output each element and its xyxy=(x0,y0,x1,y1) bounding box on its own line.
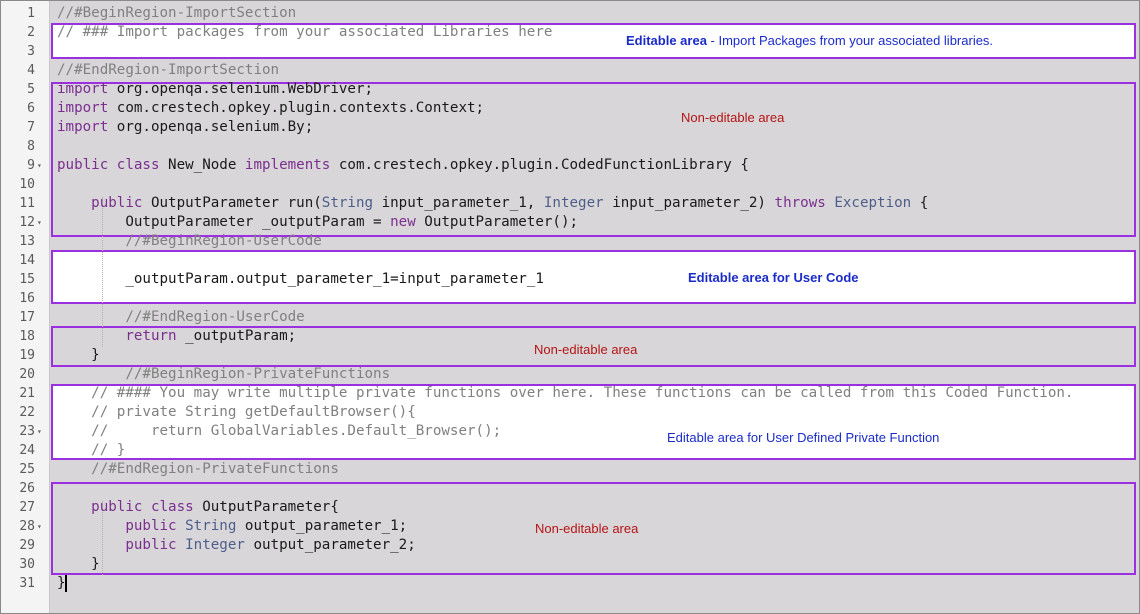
fold-toggle-icon[interactable]: ▾ xyxy=(37,517,47,536)
line-number: 10 xyxy=(19,177,35,192)
code-line[interactable]: } xyxy=(57,555,100,574)
line-number: 20 xyxy=(19,367,35,382)
line-number: 4 xyxy=(27,63,35,78)
code-line[interactable]: //#EndRegion-PrivateFunctions xyxy=(57,460,339,479)
line-number: 19 xyxy=(19,348,35,363)
fold-toggle-icon[interactable]: ▾ xyxy=(37,156,47,175)
fold-toggle-icon[interactable]: ▾ xyxy=(37,213,47,232)
line-number: 6 xyxy=(27,101,35,116)
annotation-noneditable-2: Non-editable area xyxy=(534,342,638,357)
code-line[interactable]: OutputParameter _outputParam = new Outpu… xyxy=(57,213,578,232)
code-line[interactable]: _outputParam.output_parameter_1=input_pa… xyxy=(57,270,544,289)
line-number: 31 xyxy=(19,576,35,591)
code-line[interactable]: import com.crestech.opkey.plugin.context… xyxy=(57,99,484,118)
code-line[interactable]: //#EndRegion-ImportSection xyxy=(57,61,279,80)
line-number: 22 xyxy=(19,405,35,420)
line-number: 11 xyxy=(19,196,35,211)
line-number: 30 xyxy=(19,557,35,572)
code-line[interactable]: } xyxy=(57,346,100,365)
line-number: 16 xyxy=(19,291,35,306)
code-line[interactable]: //#BeginRegion-PrivateFunctions xyxy=(57,365,390,384)
line-number: 13 xyxy=(19,234,35,249)
code-line[interactable]: //#EndRegion-UserCode xyxy=(57,308,304,327)
code-editor[interactable]: 1 2 3 4 5 6 7 8 9 ▾ 10 11 12 ▾ 13 14 15 16 17 18 19 20 21 22 23 ▾… xyxy=(0,0,1140,614)
code-line[interactable]: public class OutputParameter{ xyxy=(57,498,339,517)
code-line[interactable]: public Integer output_parameter_2; xyxy=(57,536,415,555)
annotation-noneditable-3: Non-editable area xyxy=(535,521,639,536)
line-number: 7 xyxy=(27,120,35,135)
line-number: 17 xyxy=(19,310,35,325)
code-line[interactable]: // #### You may write multiple private f… xyxy=(57,384,1073,403)
annotation-editable-user-code: Editable area for User Code xyxy=(688,270,859,285)
line-number: 9 xyxy=(27,158,35,173)
code-line[interactable]: public OutputParameter run(String input_… xyxy=(57,194,928,213)
code-line[interactable]: // ### Import packages from your associa… xyxy=(57,23,552,42)
code-line[interactable]: public class New_Node implements com.cre… xyxy=(57,156,749,175)
code-line[interactable]: //#BeginRegion-ImportSection xyxy=(57,4,296,23)
line-number: 2 xyxy=(27,25,35,40)
code-line[interactable]: //#BeginRegion-UserCode xyxy=(57,232,321,251)
code-line[interactable]: import org.openqa.selenium.WebDriver; xyxy=(57,80,373,99)
line-number: 26 xyxy=(19,481,35,496)
line-number: 5 xyxy=(27,82,35,97)
line-number: 27 xyxy=(19,500,35,515)
code-line[interactable]: public String output_parameter_1; xyxy=(57,517,407,536)
code-line[interactable]: // return GlobalVariables.Default_Browse… xyxy=(57,422,501,441)
code-line[interactable]: return _outputParam; xyxy=(57,327,296,346)
annotation-noneditable-1: Non-editable area xyxy=(681,110,785,125)
line-number: 18 xyxy=(19,329,35,344)
line-number: 14 xyxy=(19,253,35,268)
line-number: 8 xyxy=(27,139,35,154)
line-number: 29 xyxy=(19,538,35,553)
code-line[interactable]: import org.openqa.selenium.By; xyxy=(57,118,313,137)
line-number-gutter: 1 2 3 4 5 6 7 8 9 ▾ 10 11 12 ▾ 13 14 15 16 17 18 19 20 21 22 23 ▾… xyxy=(1,1,50,613)
line-number: 12 xyxy=(19,215,35,230)
line-number: 1 xyxy=(27,6,35,21)
code-line[interactable]: // private String getDefaultBrowser(){ xyxy=(57,403,416,422)
line-number: 3 xyxy=(27,44,35,59)
line-number: 21 xyxy=(19,386,35,401)
line-number: 23 xyxy=(19,424,35,439)
line-number: 24 xyxy=(19,443,35,458)
fold-toggle-icon[interactable]: ▾ xyxy=(37,422,47,441)
line-number: 28 xyxy=(19,519,35,534)
annotation-editable-private-functions: Editable area for User Defined Private F… xyxy=(667,430,940,445)
text-caret xyxy=(65,575,67,592)
code-line[interactable]: // } xyxy=(57,441,125,460)
line-number: 15 xyxy=(19,272,35,287)
annotation-editable-imports: Editable area - Import Packages from you… xyxy=(626,33,994,48)
line-number: 25 xyxy=(19,462,35,477)
